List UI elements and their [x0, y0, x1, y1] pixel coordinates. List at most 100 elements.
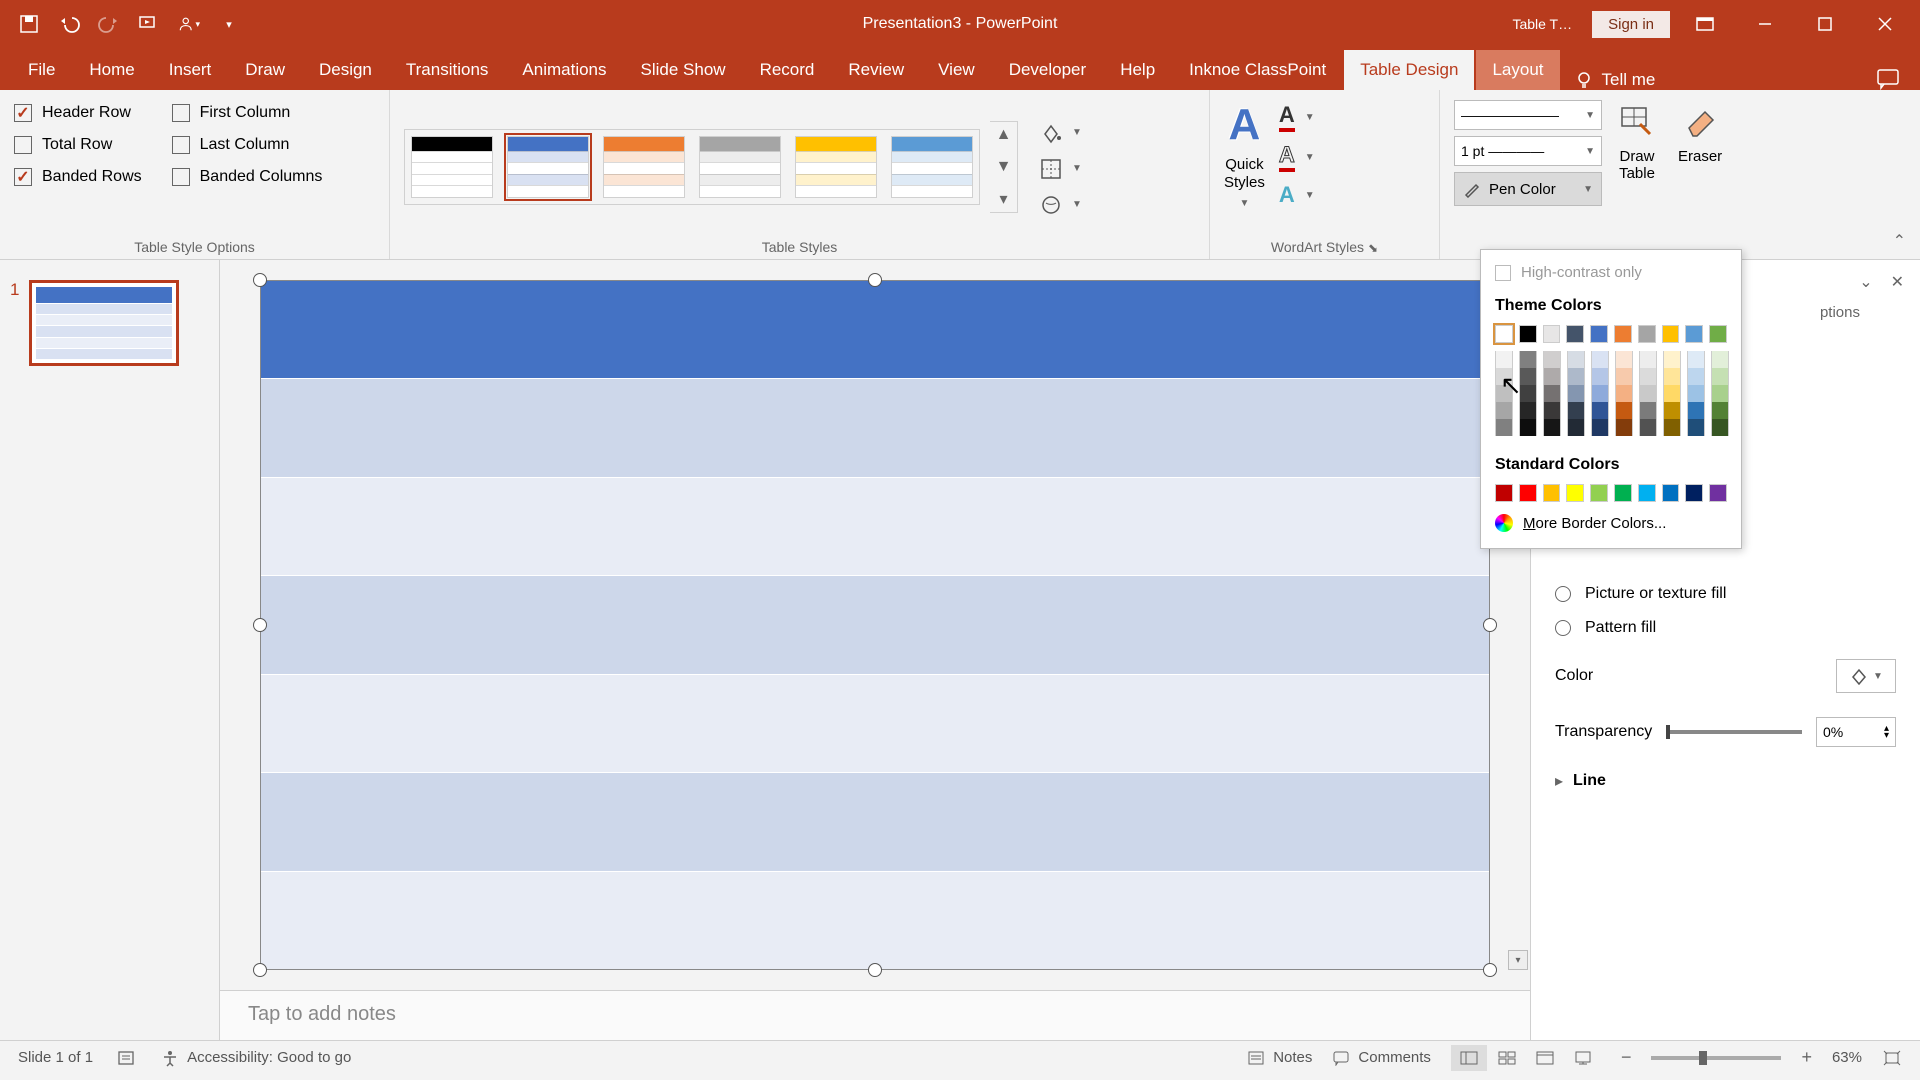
color-swatch[interactable]	[1543, 484, 1561, 502]
color-swatch[interactable]	[1590, 325, 1608, 343]
effects-dropdown[interactable]: ▼	[1038, 192, 1082, 218]
color-swatch[interactable]	[1591, 385, 1609, 402]
color-swatch[interactable]	[1638, 325, 1656, 343]
notes-pane[interactable]: Tap to add notes	[220, 990, 1530, 1040]
tab-home[interactable]: Home	[73, 50, 150, 90]
tab-table-design[interactable]: Table Design	[1344, 50, 1474, 90]
table-style-thumb[interactable]	[891, 136, 973, 198]
reading-view-icon[interactable]	[1527, 1045, 1563, 1071]
color-swatch[interactable]	[1615, 419, 1633, 436]
table-style-thumb[interactable]	[795, 136, 877, 198]
color-swatch[interactable]	[1495, 368, 1513, 385]
first-column-checkbox[interactable]: First Column	[172, 104, 323, 122]
wordart-launcher-icon[interactable]: ⬊	[1368, 241, 1378, 255]
color-swatch[interactable]	[1662, 484, 1680, 502]
color-swatch[interactable]	[1495, 402, 1513, 419]
minimize-icon[interactable]	[1740, 4, 1790, 44]
color-swatch[interactable]	[1687, 351, 1705, 368]
gallery-more-icon[interactable]: ▾	[994, 190, 1013, 208]
color-swatch[interactable]	[1591, 351, 1609, 368]
color-swatch[interactable]	[1614, 325, 1632, 343]
color-swatch[interactable]	[1615, 402, 1633, 419]
color-swatch[interactable]	[1567, 368, 1585, 385]
save-icon[interactable]	[18, 13, 40, 35]
color-swatch[interactable]	[1711, 368, 1729, 385]
slide-thumbnails-panel[interactable]: 1	[0, 260, 220, 1040]
table-row[interactable]	[261, 675, 1489, 774]
shading-dropdown[interactable]: ▼	[1038, 120, 1082, 146]
banded-columns-checkbox[interactable]: Banded Columns	[172, 168, 323, 186]
tab-developer[interactable]: Developer	[993, 50, 1103, 90]
comments-toggle[interactable]: Comments	[1332, 1049, 1431, 1066]
pen-style-select[interactable]: ———————▼	[1454, 100, 1602, 130]
zoom-level[interactable]: 63%	[1832, 1049, 1862, 1066]
color-swatch[interactable]	[1615, 368, 1633, 385]
header-row-checkbox[interactable]: Header Row	[14, 104, 142, 122]
fill-color-button[interactable]: ▼	[1836, 659, 1896, 693]
close-icon[interactable]	[1860, 4, 1910, 44]
table-style-thumb[interactable]	[507, 136, 589, 198]
color-swatch[interactable]	[1685, 325, 1703, 343]
slideshow-view-icon[interactable]	[1565, 1045, 1601, 1071]
color-swatch[interactable]	[1687, 368, 1705, 385]
table-style-thumb[interactable]	[603, 136, 685, 198]
table-styles-gallery[interactable]	[404, 129, 980, 205]
tab-slide-show[interactable]: Slide Show	[625, 50, 742, 90]
fit-to-window-icon[interactable]	[1882, 1050, 1902, 1066]
color-swatch[interactable]	[1615, 351, 1633, 368]
accessibility-status[interactable]: Accessibility: Good to go	[161, 1049, 351, 1067]
pen-color-button[interactable]: Pen Color ▼	[1454, 172, 1602, 206]
color-swatch[interactable]	[1639, 385, 1657, 402]
color-swatch[interactable]	[1591, 368, 1609, 385]
table-row[interactable]	[261, 478, 1489, 577]
start-from-beginning-icon[interactable]	[138, 13, 160, 35]
table-style-thumb[interactable]	[699, 136, 781, 198]
color-swatch[interactable]	[1567, 419, 1585, 436]
slide-sorter-view-icon[interactable]	[1489, 1045, 1525, 1071]
last-column-checkbox[interactable]: Last Column	[172, 136, 323, 154]
maximize-icon[interactable]	[1800, 4, 1850, 44]
color-swatch[interactable]	[1711, 351, 1729, 368]
transparency-slider[interactable]	[1666, 730, 1802, 734]
zoom-slider[interactable]	[1651, 1056, 1781, 1060]
color-swatch[interactable]	[1614, 484, 1632, 502]
color-swatch[interactable]	[1495, 351, 1513, 368]
table-row[interactable]	[261, 379, 1489, 478]
pattern-fill-radio[interactable]: Pattern fill	[1555, 611, 1896, 645]
table-row[interactable]	[261, 872, 1489, 970]
table-grid[interactable]	[260, 280, 1490, 970]
table-header-row[interactable]	[261, 281, 1489, 379]
color-swatch[interactable]	[1543, 419, 1561, 436]
color-swatch[interactable]	[1543, 351, 1561, 368]
color-swatch[interactable]	[1709, 325, 1727, 343]
more-colors-button[interactable]: More Border Colors...	[1481, 506, 1741, 540]
table-row[interactable]	[261, 773, 1489, 872]
zoom-out-icon[interactable]: −	[1621, 1047, 1632, 1068]
color-swatch[interactable]	[1591, 402, 1609, 419]
color-swatch[interactable]	[1567, 402, 1585, 419]
selection-handle[interactable]	[253, 963, 267, 977]
transparency-spinner[interactable]: 0%▴▾	[1816, 717, 1896, 747]
color-swatch[interactable]	[1495, 419, 1513, 436]
slide-canvas[interactable]: ▾	[220, 260, 1530, 990]
qat-customize-icon[interactable]: ▾	[218, 13, 240, 35]
selection-handle[interactable]	[253, 273, 267, 287]
selection-handle[interactable]	[253, 618, 267, 632]
tab-file[interactable]: File	[12, 50, 71, 90]
borders-dropdown[interactable]: ▼	[1038, 156, 1082, 182]
tab-transitions[interactable]: Transitions	[390, 50, 505, 90]
tab-insert[interactable]: Insert	[153, 50, 228, 90]
color-swatch[interactable]	[1519, 351, 1537, 368]
color-swatch[interactable]	[1566, 325, 1584, 343]
ribbon-display-options-icon[interactable]	[1680, 4, 1730, 44]
normal-view-icon[interactable]	[1451, 1045, 1487, 1071]
gallery-up-icon[interactable]: ▲	[994, 126, 1013, 144]
slide-thumbnail-1[interactable]: 1	[10, 280, 209, 366]
gallery-down-icon[interactable]: ▼	[994, 158, 1013, 176]
zoom-in-icon[interactable]: +	[1801, 1047, 1812, 1068]
eraser-button[interactable]: Eraser	[1678, 100, 1722, 251]
pane-close-icon[interactable]: ✕	[1891, 272, 1904, 292]
color-swatch[interactable]	[1709, 484, 1727, 502]
color-swatch[interactable]	[1663, 402, 1681, 419]
spell-check-icon[interactable]	[117, 1049, 137, 1067]
